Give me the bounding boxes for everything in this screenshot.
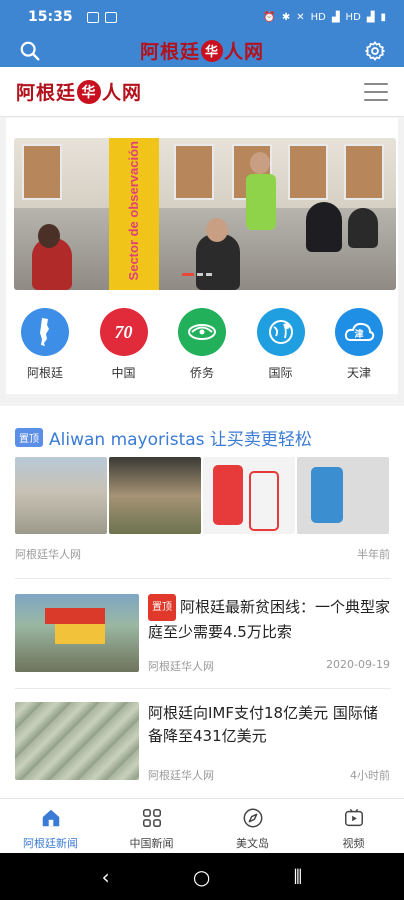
category-label: 中国 [111,366,136,380]
pinned-badge: 置顶 [148,594,176,621]
header-logo: 阿根廷 华 人网 [140,37,264,64]
bluetooth-icon: ✱ [281,11,291,23]
nav-label: 阿根廷新闻 [23,837,78,850]
signal-icon: ▟ [331,11,340,23]
category-china[interactable]: 70 中国 [93,308,155,381]
banner-sign-text: Sector de observación [125,140,141,280]
article-time: 4小时前 [350,769,390,782]
category-tianjin[interactable]: 津 天津 [328,308,390,381]
featured-source: 阿根廷华人网 [15,548,81,561]
battery-icon: ▮ [380,11,386,23]
article-thumbnail[interactable] [15,702,139,780]
argentina-map-icon [21,308,69,356]
category-label: 阿根廷 [26,366,63,380]
featured-time: 半年前 [357,548,390,561]
nav-label: 美文岛 [236,837,269,850]
banner-sign: Sector de observación [109,138,159,290]
compass-icon [243,808,262,828]
brand-logo-left: 阿根廷 [16,82,77,104]
gear-icon[interactable] [364,40,386,62]
category-overseas[interactable]: 侨务 [171,308,233,381]
pinned-badge: 置顶 [15,428,43,447]
brand-logo-seal: 华 [77,79,102,104]
article-title-row[interactable]: 置顶 阿根廷最新贫困线：一个典型家庭至少需要4.5万比索 [148,594,391,644]
category-row: 阿根廷 70 中国 侨务 国际 津 天津 [6,308,398,381]
recents-icon[interactable]: ⦀ [294,865,303,889]
category-international[interactable]: 国际 [250,308,312,381]
featured-image-strip[interactable] [15,457,389,534]
bottom-nav: 阿根廷新闻 中国新闻 美文岛 视频 [0,798,404,853]
featured-image-4 [297,457,389,534]
china-70-icon: 70 [99,308,148,356]
divider [15,688,391,689]
nav-label: 中国新闻 [129,837,174,850]
app-notification-icon [104,11,117,23]
nav-argentina-news[interactable]: 阿根廷新闻 [0,799,101,853]
brand-logo[interactable]: 阿根廷 华 人网 [16,78,142,105]
tianjin-cloud-icon: 津 [335,308,383,356]
app-header: 阿根廷 华 人网 [0,34,404,67]
article-source: 阿根廷华人网 [148,660,214,673]
brand-bar: 阿根廷 华 人网 [0,67,404,117]
globe-pin-icon [256,308,305,356]
network-label-2: HD [345,11,361,23]
nav-video[interactable]: 视频 [303,799,404,853]
grid-icon [142,809,161,827]
top-card: Sector de observación 阿根廷 70 中国 侨务 国际 津 … [6,118,398,394]
category-label: 国际 [268,366,293,380]
nav-essays[interactable]: 美文岛 [202,799,303,853]
article-source: 阿根廷华人网 [148,769,214,782]
carousel-indicator [182,273,212,276]
system-nav-bar: ‹ ○ ⦀ [0,853,404,900]
category-argentina[interactable]: 阿根廷 [14,308,76,381]
alarm-icon: ⏰ [263,11,276,23]
news-list: 置顶 Aliwan mayoristas 让买卖更轻松 阿根廷华人网 半年前 置… [0,406,404,800]
nav-china-news[interactable]: 中国新闻 [101,799,202,853]
search-icon[interactable] [19,40,41,62]
featured-image-3 [203,457,295,534]
header-logo-seal: 华 [201,39,223,62]
article-title: 阿根廷最新贫困线：一个典型家庭至少需要4.5万比索 [148,598,391,641]
featured-image-1 [15,457,107,534]
mute-icon: ✕ [296,11,305,23]
back-icon[interactable]: ‹ [102,865,110,889]
category-label: 侨务 [189,366,214,380]
svg-text:津: 津 [354,328,363,340]
banner-carousel[interactable]: Sector de observación [14,138,396,290]
nav-label: 视频 [342,837,365,850]
category-label: 天津 [346,366,371,380]
header-logo-left: 阿根廷 [139,41,200,63]
video-icon [344,808,363,827]
featured-title: Aliwan mayoristas 让买卖更轻松 [49,430,312,450]
article-title-row[interactable]: 阿根廷向IMF支付18亿美元 国际储备降至431亿美元 [148,702,391,748]
featured-headline[interactable]: 置顶 Aliwan mayoristas 让买卖更轻松 [15,425,312,450]
hamburger-menu-icon[interactable] [364,82,388,101]
article-title: 阿根廷向IMF支付18亿美元 国际储备降至431亿美元 [148,704,378,745]
status-time: 15:35 [28,9,73,25]
gallery-notification-icon [86,11,99,23]
featured-image-2 [109,457,201,534]
network-label-1: HD [310,11,326,23]
article-thumbnail[interactable] [15,594,139,672]
overseas-chinese-icon [178,308,226,356]
home-icon [42,809,59,827]
brand-logo-right: 人网 [102,82,143,104]
status-bar: 15:35 ⏰ ✱ ✕ HD ▟ HD ▟ ▮ [0,0,404,34]
home-circle-icon[interactable]: ○ [193,865,210,889]
signal-icon-2: ▟ [366,11,375,23]
divider [15,578,391,579]
header-logo-right: 人网 [224,41,265,63]
article-time: 2020-09-19 [326,658,390,671]
